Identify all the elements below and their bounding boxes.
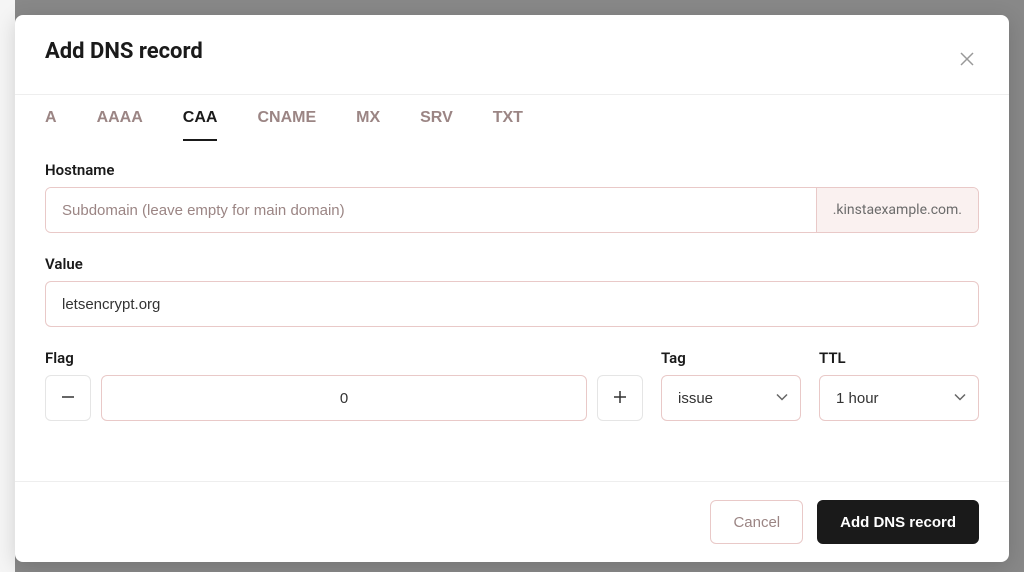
submit-button[interactable]: Add DNS record [817,500,979,544]
ttl-label: TTL [819,349,979,367]
backdrop [0,0,15,572]
minus-icon [61,390,75,407]
modal-title: Add DNS record [45,39,203,64]
hostname-label: Hostname [45,161,979,179]
record-type-tabs: A AAAA CAA CNAME MX SRV TXT [15,95,1009,141]
flag-label: Flag [45,349,643,367]
value-input[interactable] [45,281,979,327]
flag-decrement-button[interactable] [45,375,91,421]
flag-input[interactable] [101,375,587,421]
tag-label: Tag [661,349,801,367]
cancel-button[interactable]: Cancel [710,500,803,544]
flag-group: Flag [45,349,643,421]
plus-icon [613,390,627,407]
modal-footer: Cancel Add DNS record [15,481,1009,562]
tab-a[interactable]: A [45,109,57,141]
tab-caa[interactable]: CAA [183,109,218,141]
hostname-group: Hostname .kinstaexample.com. [45,161,979,233]
hostname-suffix: .kinstaexample.com. [816,188,978,232]
value-group: Value [45,255,979,327]
tab-txt[interactable]: TXT [493,109,523,141]
ttl-group: TTL 1 hour [819,349,979,421]
value-label: Value [45,255,979,273]
tab-cname[interactable]: CNAME [257,109,316,141]
hostname-input-wrap: .kinstaexample.com. [45,187,979,233]
hostname-input[interactable] [46,188,816,232]
tab-aaaa[interactable]: AAAA [97,109,143,141]
tag-select[interactable]: issue [661,375,801,421]
tab-mx[interactable]: MX [356,109,380,141]
tag-group: Tag issue [661,349,801,421]
form-body: Hostname .kinstaexample.com. Value Flag [15,141,1009,481]
add-dns-record-modal: Add DNS record A AAAA CAA CNAME MX SRV T… [15,15,1009,562]
close-button[interactable] [955,47,979,74]
close-icon [959,55,975,70]
ttl-select[interactable]: 1 hour [819,375,979,421]
tab-srv[interactable]: SRV [420,109,453,141]
flag-increment-button[interactable] [597,375,643,421]
modal-header: Add DNS record [15,15,1009,95]
flag-tag-ttl-row: Flag [45,349,979,421]
